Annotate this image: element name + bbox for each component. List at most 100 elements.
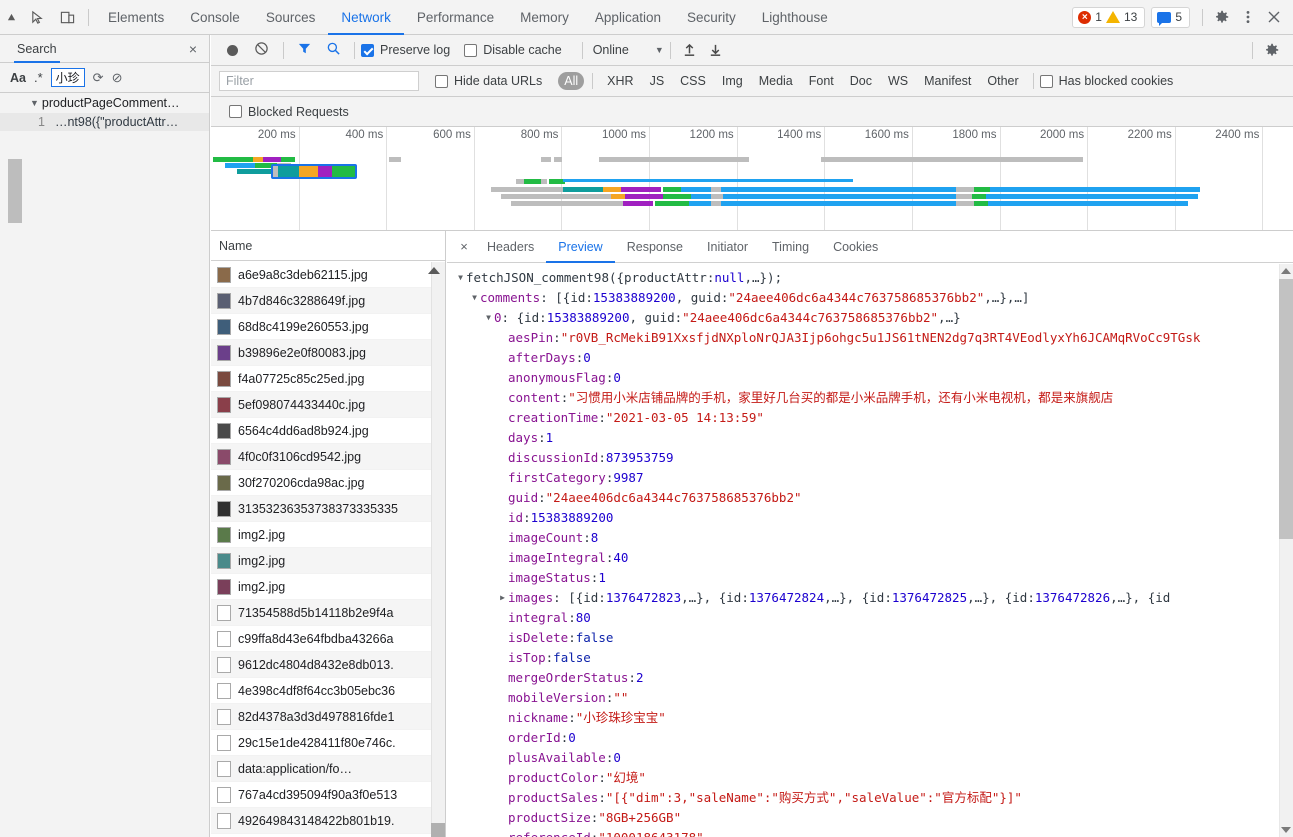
tab-response[interactable]: Response	[615, 231, 695, 263]
json-row[interactable]: discussionId: 873953759	[447, 448, 1293, 468]
search-result-group[interactable]: ▼ productPageComment…	[0, 93, 209, 113]
request-row[interactable]: 5ef098074433440c.jpg	[211, 392, 445, 418]
scroll-up-icon[interactable]	[428, 267, 440, 274]
request-row[interactable]: 4e398c4df8f64cc3b05ebc36	[211, 678, 445, 704]
panel-collapse-icon[interactable]	[0, 0, 22, 35]
tab-preview[interactable]: Preview	[546, 231, 614, 263]
json-row[interactable]: firstCategory: 9987	[447, 468, 1293, 488]
json-row[interactable]: orderId: 0	[447, 728, 1293, 748]
network-overview-timeline[interactable]: 200 ms 400 ms 600 ms 800 ms 1000 ms 1200 ms 14…	[211, 127, 1293, 231]
request-row[interactable]: 82d4378a3d3d4978816fde1	[211, 704, 445, 730]
filter-type-media[interactable]: Media	[753, 72, 799, 90]
request-row[interactable]: a6e9a8c3deb62115.jpg	[211, 262, 445, 288]
filter-type-all[interactable]: All	[558, 72, 585, 90]
json-row[interactable]: mergeOrderStatus: 2	[447, 668, 1293, 688]
match-case-toggle[interactable]: Aa	[10, 71, 26, 85]
request-rows[interactable]: a6e9a8c3deb62115.jpg 4b7d846c3288649f.jpg…	[211, 262, 445, 837]
request-column-header-name[interactable]: Name	[211, 231, 445, 261]
request-row[interactable]: 71354588d5b14118b2e9f4a	[211, 600, 445, 626]
request-row[interactable]: 29c15e1de428411f80e746c.	[211, 730, 445, 756]
request-scrollbar-thumb[interactable]	[431, 823, 445, 837]
more-vertical-icon[interactable]	[1235, 4, 1261, 30]
tab-headers[interactable]: Headers	[475, 231, 546, 263]
record-button-icon[interactable]	[227, 44, 238, 56]
tab-lighthouse[interactable]: Lighthouse	[749, 0, 841, 35]
request-row[interactable]: 492649843148422b801b19.	[211, 808, 445, 834]
json-row[interactable]: isTop: false	[447, 648, 1293, 668]
filter-type-xhr[interactable]: XHR	[601, 72, 639, 90]
search-close-icon[interactable]: ×	[189, 41, 197, 57]
chevron-down-icon[interactable]: ▼	[455, 268, 466, 288]
search-result-item[interactable]: 1 …nt98({"productAttr…	[0, 113, 209, 131]
has-blocked-cookies-checkbox-box[interactable]	[1039, 74, 1053, 88]
filter-type-css[interactable]: CSS	[674, 72, 712, 90]
filter-type-ws[interactable]: WS	[882, 72, 914, 90]
gear-icon[interactable]	[1209, 4, 1235, 30]
filter-type-img[interactable]: Img	[716, 72, 749, 90]
json-row[interactable]: plusAvailable: 0	[447, 748, 1293, 768]
preserve-log-checkbox-box[interactable]	[361, 43, 374, 57]
request-row[interactable]: 68d8c4199e260553.jpg	[211, 314, 445, 340]
filter-type-doc[interactable]: Doc	[844, 72, 878, 90]
inspect-element-icon[interactable]	[22, 0, 52, 35]
json-row[interactable]: id: 15383889200	[447, 508, 1293, 528]
device-toolbar-icon[interactable]	[52, 0, 82, 35]
search-input[interactable]: 小珍	[50, 68, 85, 87]
preserve-log-checkbox[interactable]: Preserve log	[361, 43, 450, 57]
blocked-requests-checkbox-box[interactable]	[229, 105, 242, 118]
hide-data-urls-checkbox[interactable]: Hide data URLs	[435, 74, 542, 88]
tab-application[interactable]: Application	[582, 0, 674, 35]
request-row[interactable]: 30f270206cda98ac.jpg	[211, 470, 445, 496]
request-row[interactable]: img2.jpg	[211, 522, 445, 548]
tab-timing[interactable]: Timing	[760, 231, 821, 263]
chevron-down-icon[interactable]: ▼	[483, 308, 494, 328]
tab-sources[interactable]: Sources	[253, 0, 329, 35]
request-row[interactable]: 6564c4dd6ad8b924.jpg	[211, 418, 445, 444]
request-row[interactable]: 4f0c0f3106cd9542.jpg	[211, 444, 445, 470]
issues-badge[interactable]: 5	[1151, 6, 1190, 28]
throttling-select-value[interactable]: Online	[593, 43, 629, 57]
filter-icon[interactable]	[297, 41, 312, 59]
clear-search-icon[interactable]: ⊘	[112, 70, 123, 86]
regex-toggle[interactable]: .*	[34, 70, 43, 85]
json-row[interactable]: anonymousFlag: 0	[447, 368, 1293, 388]
chevron-down-icon[interactable]: ▼	[655, 45, 664, 55]
request-scrollbar-track[interactable]	[431, 262, 445, 837]
search-scrollbar-thumb[interactable]	[8, 159, 22, 223]
filter-type-js[interactable]: JS	[644, 72, 671, 90]
tab-security[interactable]: Security	[674, 0, 749, 35]
request-row[interactable]: img2.jpg	[211, 548, 445, 574]
clear-requests-icon[interactable]	[254, 41, 269, 60]
overview-selected-request[interactable]	[271, 164, 357, 179]
chevron-right-icon[interactable]: ▶	[497, 588, 508, 608]
detail-close-icon[interactable]: ×	[453, 239, 475, 254]
json-row[interactable]: days: 1	[447, 428, 1293, 448]
filter-type-manifest[interactable]: Manifest	[918, 72, 977, 90]
blocked-requests-checkbox[interactable]: Blocked Requests	[229, 105, 349, 119]
request-row[interactable]: c99ffa8d43e64fbdba43266a	[211, 626, 445, 652]
export-har-icon[interactable]	[703, 37, 729, 63]
request-row[interactable]: 9612dc4804d8432e8db013.	[211, 652, 445, 678]
json-row[interactable]: integral: 80	[447, 608, 1293, 628]
tab-elements[interactable]: Elements	[95, 0, 177, 35]
tab-initiator[interactable]: Initiator	[695, 231, 760, 263]
json-row[interactable]: guid: "24aee406dc6a4344c763758685376bb2"	[447, 488, 1293, 508]
scroll-up-icon[interactable]	[1281, 268, 1291, 274]
network-settings-gear-icon[interactable]	[1259, 37, 1285, 63]
scroll-down-icon[interactable]	[1281, 827, 1291, 833]
json-row[interactable]: ▼ 0: {id: 15383889200, guid: "24aee406dc6…	[447, 308, 1293, 328]
filter-input[interactable]: Filter	[219, 71, 419, 91]
request-row[interactable]: img2.jpg	[211, 574, 445, 600]
request-row[interactable]: 767a4cd395094f90a3f0e513	[211, 782, 445, 808]
hide-data-urls-checkbox-box[interactable]	[435, 74, 448, 88]
search-icon[interactable]	[326, 41, 341, 59]
chevron-down-icon[interactable]: ▼	[469, 288, 480, 308]
disable-cache-checkbox-box[interactable]	[464, 43, 478, 57]
json-row[interactable]: aesPin: "r0VB_RcMekiB91XxsfjdNXploNrQJA3…	[447, 328, 1293, 348]
json-row[interactable]: isDelete: false	[447, 628, 1293, 648]
import-har-icon[interactable]	[677, 37, 703, 63]
refresh-icon[interactable]: ⟳	[93, 70, 104, 86]
json-row[interactable]: mobileVersion: ""	[447, 688, 1293, 708]
json-preview-tree[interactable]: ▼ fetchJSON_comment98({productAttr: null,…	[447, 264, 1293, 837]
tab-memory[interactable]: Memory	[507, 0, 582, 35]
